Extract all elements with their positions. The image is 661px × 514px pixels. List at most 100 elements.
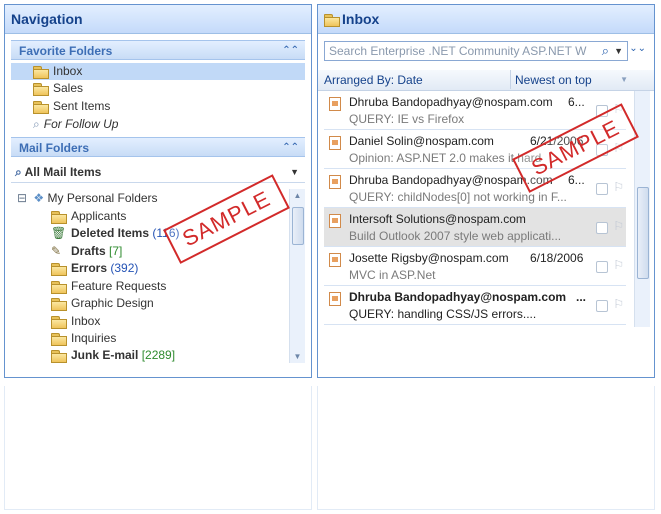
collapse-chevron-icon[interactable]: ⌃⌃ [282, 41, 299, 61]
mail-folders-header[interactable]: Mail Folders ⌃⌃ [11, 137, 305, 157]
tree-folder-drafts[interactable]: ✎ Drafts [7] [51, 243, 122, 260]
folder-label: Inquiries [71, 331, 117, 345]
category-checkbox[interactable] [596, 183, 608, 195]
mail-item[interactable]: Dhruba Bandopadhyay@nospam.com ... QUERY… [324, 286, 626, 325]
folder-scrollbar[interactable]: ▲ ▼ [289, 189, 305, 363]
folder-icon [33, 82, 49, 96]
scroll-up-arrow-icon[interactable]: ▲ [290, 191, 305, 200]
folder-label: Drafts [71, 244, 106, 258]
mail-date: 6/18/2006 [530, 251, 584, 265]
flag-icon[interactable]: ⚐ [613, 297, 624, 311]
flag-icon[interactable]: ⚐ [613, 258, 624, 272]
category-checkbox[interactable] [596, 300, 608, 312]
tree-folder-inbox[interactable]: Inbox [51, 313, 100, 330]
folder-count: [2289] [141, 348, 176, 362]
favorite-item-label: Sales [53, 81, 84, 95]
mail-sender: Dhruba Bandopadhyay@nospam.com [349, 290, 567, 304]
mail-sender: Josette Rigsby@nospam.com [349, 251, 509, 265]
favorite-item-for-follow-up[interactable]: ⌕ For Follow Up [11, 116, 305, 133]
tree-folder-junk-email[interactable]: Junk E-mail [2289] [51, 347, 175, 364]
tree-folder-inquiries[interactable]: Inquiries [51, 330, 116, 347]
favorite-folders-title: Favorite Folders [19, 44, 113, 58]
mail-subject: QUERY: IE vs Firefox [349, 112, 465, 126]
expand-search-chevron-icon[interactable]: ⌄⌄ [629, 43, 646, 54]
mail-date: 6... [568, 95, 585, 109]
mail-sender: Dhruba Bandopadhyay@nospam.com [349, 95, 553, 109]
arrange-by-bar[interactable]: Arranged By: Date Newest on top ▼ [318, 70, 654, 91]
mail-sender: Daniel Solin@nospam.com [349, 134, 494, 148]
expander-icon[interactable]: ⊟ [17, 191, 27, 205]
folder-label: Errors [71, 261, 108, 275]
favorite-item-inbox[interactable]: Inbox [11, 63, 305, 80]
category-checkbox[interactable] [596, 261, 608, 273]
mail-item-selected[interactable]: Intersoft Solutions@nospam.com Build Out… [324, 208, 626, 247]
deleted-items-icon: 🗑 [51, 226, 67, 240]
mail-subject: Build Outlook 2007 style web applicati..… [349, 229, 562, 243]
inbox-pane: Inbox Search Enterprise .NET Community A… [317, 4, 655, 378]
sample-watermark-stamp: SAMPLE [163, 174, 291, 264]
folder-icon [33, 100, 49, 114]
sort-arrow-icon[interactable]: ▼ [620, 70, 628, 90]
category-checkbox[interactable] [596, 222, 608, 234]
search-icon[interactable]: ⌕ [602, 42, 609, 60]
inbox-reflection: Dhruba Bandopadhyay@nospam.com QUERY: ha… [317, 386, 655, 514]
folder-icon [51, 210, 67, 224]
collapse-chevron-icon[interactable]: ⌃⌃ [282, 138, 299, 158]
folder-icon [33, 65, 49, 79]
scroll-thumb[interactable] [292, 207, 304, 245]
folder-count: (392) [110, 261, 139, 275]
favorite-folders-header[interactable]: Favorite Folders ⌃⌃ [11, 40, 305, 60]
tree-folder-applicants[interactable]: Applicants [51, 208, 126, 225]
dropdown-arrow-icon[interactable]: ▼ [290, 162, 299, 182]
folder-icon [51, 315, 67, 329]
mail-envelope-icon [329, 214, 341, 228]
tree-folder-errors[interactable]: Errors (392) [51, 260, 138, 277]
all-mail-items-label: All Mail Items [24, 165, 102, 179]
search-options-arrow-icon[interactable]: ▼ [614, 42, 623, 60]
mail-item[interactable]: Josette Rigsby@nospam.com 6/18/2006 MVC … [324, 247, 626, 286]
folder-label: Applicants [71, 209, 127, 223]
inbox-title: Inbox [342, 11, 380, 27]
scroll-down-arrow-icon[interactable]: ▼ [290, 352, 305, 361]
folder-icon [51, 332, 67, 346]
search-placeholder: Search Enterprise .NET Community ASP.NET… [329, 44, 587, 58]
junk-folder-icon [51, 349, 67, 363]
navigation-header: Navigation [5, 5, 311, 34]
flag-icon[interactable]: ⚐ [613, 180, 624, 194]
mail-subject: QUERY: childNodes[0] not working in F... [349, 190, 567, 204]
search-input[interactable]: Search Enterprise .NET Community ASP.NET… [324, 41, 628, 61]
tree-folder-feature-requests[interactable]: Feature Requests [51, 278, 166, 295]
tree-folder-graphic-design[interactable]: Graphic Design [51, 295, 154, 312]
mail-item[interactable]: Dhruba Bandopadhyay@nospam.com 6... QUER… [324, 169, 626, 208]
folder-count: [7] [109, 244, 123, 258]
favorite-item-sent-items[interactable]: Sent Items [11, 98, 305, 115]
message-list-scrollbar[interactable] [634, 91, 650, 327]
favorite-item-sales[interactable]: Sales [11, 80, 305, 97]
folder-icon [51, 297, 67, 311]
arranged-by-label: Arranged By: Date [324, 73, 423, 87]
mail-envelope-icon [329, 97, 341, 111]
sort-order-label[interactable]: Newest on top [510, 70, 592, 89]
tree-root-my-personal-folders[interactable]: ⊟ ❖ My Personal Folders [17, 190, 158, 207]
tree-root-label: My Personal Folders [47, 191, 158, 205]
scroll-thumb[interactable] [637, 187, 649, 279]
reflection-content: Dhruba Bandopadhyay@nospam.com QUERY: ha… [317, 386, 655, 510]
mail-folders-title: Mail Folders [19, 141, 90, 155]
mail-envelope-icon [329, 253, 341, 267]
mail-envelope-icon [329, 292, 341, 306]
navigation-reflection: Junk E-mail [2289] Inquiries Inbox [4, 386, 312, 514]
folder-label: Feature Requests [71, 279, 167, 293]
folder-label: Deleted Items [71, 226, 150, 240]
mail-sender: Intersoft Solutions@nospam.com [349, 212, 526, 226]
mail-date: 6... [568, 173, 585, 187]
favorite-item-label: Sent Items [53, 99, 111, 113]
mail-envelope-icon [329, 175, 341, 189]
inbox-folder-icon [324, 14, 340, 28]
tree-folder-deleted-items[interactable]: 🗑 Deleted Items (116) [51, 225, 180, 242]
search-folder-icon: ⌕ [15, 165, 22, 179]
folder-label: Junk E-mail [71, 348, 139, 362]
folder-label: Graphic Design [71, 296, 154, 310]
navigation-pane: Navigation Favorite Folders ⌃⌃ Inbox Sal… [4, 4, 312, 378]
search-folder-icon: ⌕ [33, 117, 40, 131]
flag-icon[interactable]: ⚐ [613, 219, 624, 233]
